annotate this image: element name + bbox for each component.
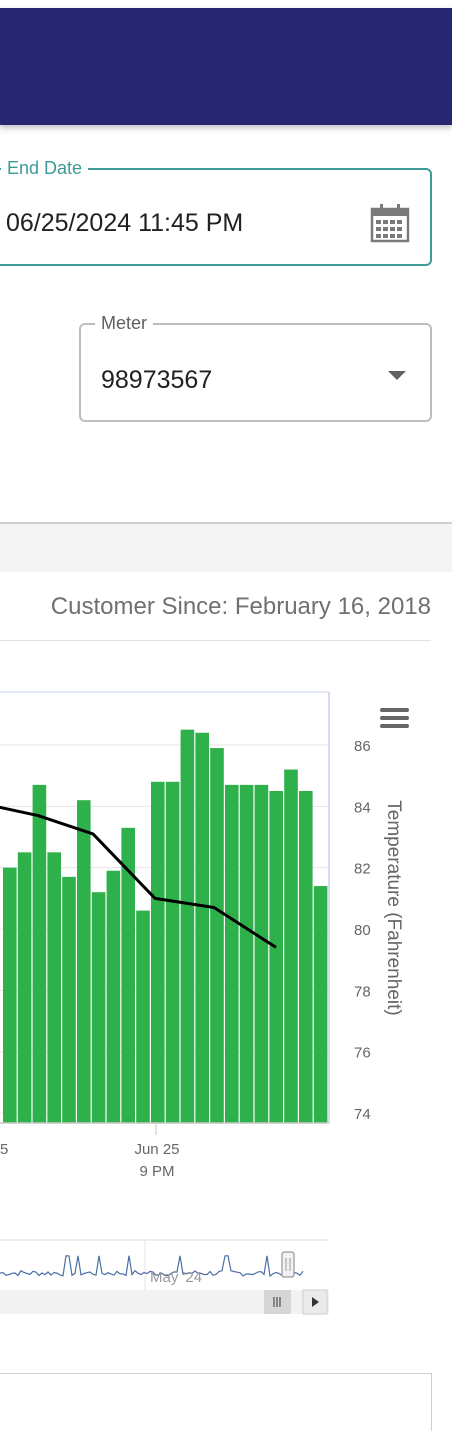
usage-bar (299, 791, 313, 1123)
y-tick-label: 80 (354, 922, 371, 939)
usage-bar (284, 769, 298, 1123)
usage-bar (254, 784, 269, 1123)
usage-bar (180, 729, 195, 1123)
hamburger-menu-icon[interactable] (380, 716, 409, 720)
x-tick-label: 5 (0, 1141, 8, 1158)
y-tick-label: 74 (354, 1106, 371, 1123)
bottom-card (0, 1373, 432, 1431)
x-tick-label: Jun 25 (134, 1141, 179, 1158)
navigator-handle[interactable] (281, 1251, 295, 1278)
y-axis-title: Temperature (Fahrenheit) (383, 800, 404, 1015)
dropdown-arrow-icon[interactable] (388, 371, 406, 380)
meter-value: 98973567 (101, 366, 213, 394)
end-date-label: End Date (1, 157, 89, 179)
usage-bar (239, 784, 254, 1123)
usage-bar (17, 852, 32, 1123)
usage-bar (3, 867, 17, 1123)
usage-bar (47, 852, 61, 1123)
usage-bar (313, 886, 328, 1123)
usage-bar (77, 800, 91, 1123)
meter-label: Meter (95, 312, 154, 334)
navigator-label: May '24 (150, 1269, 202, 1286)
usage-bar (165, 781, 180, 1123)
usage-bar (91, 892, 106, 1123)
y-tick-label: 82 (354, 861, 371, 878)
section-band (0, 524, 452, 572)
hamburger-menu-icon[interactable] (380, 724, 409, 728)
app-header-bar (0, 8, 452, 125)
usage-temperature-chart: 86 84 82 80 78 76 74 Temperature (Fahrenheit) 5 J… (0, 691, 409, 1315)
usage-bar (62, 876, 76, 1123)
usage-bar (106, 870, 121, 1123)
y-tick-label: 84 (354, 799, 371, 816)
usage-bar (195, 732, 209, 1123)
usage-bar (210, 748, 224, 1123)
y-tick-label: 78 (354, 983, 371, 1000)
y-tick-label: 86 (354, 738, 371, 755)
end-date-value[interactable]: 06/25/2024 11:45 PM (6, 208, 243, 238)
end-date-field[interactable]: End Date 06/25/2024 11:45 PM (0, 157, 432, 266)
calendar-icon[interactable] (370, 203, 410, 243)
meter-select[interactable]: Meter 98973567 (79, 312, 432, 422)
hamburger-menu-icon[interactable] (380, 708, 409, 712)
usage-bar (32, 784, 47, 1123)
usage-bar (269, 791, 283, 1123)
usage-bar (136, 910, 150, 1123)
usage-bar (151, 781, 165, 1123)
customer-since-text: Customer Since: February 16, 2018 (50, 593, 431, 620)
usage-bar (225, 784, 239, 1123)
y-tick-label: 76 (354, 1045, 371, 1062)
page: End Date 06/25/2024 11:45 PM Meter 98973… (0, 0, 452, 1431)
x-tick-label: 9 PM (139, 1163, 174, 1180)
